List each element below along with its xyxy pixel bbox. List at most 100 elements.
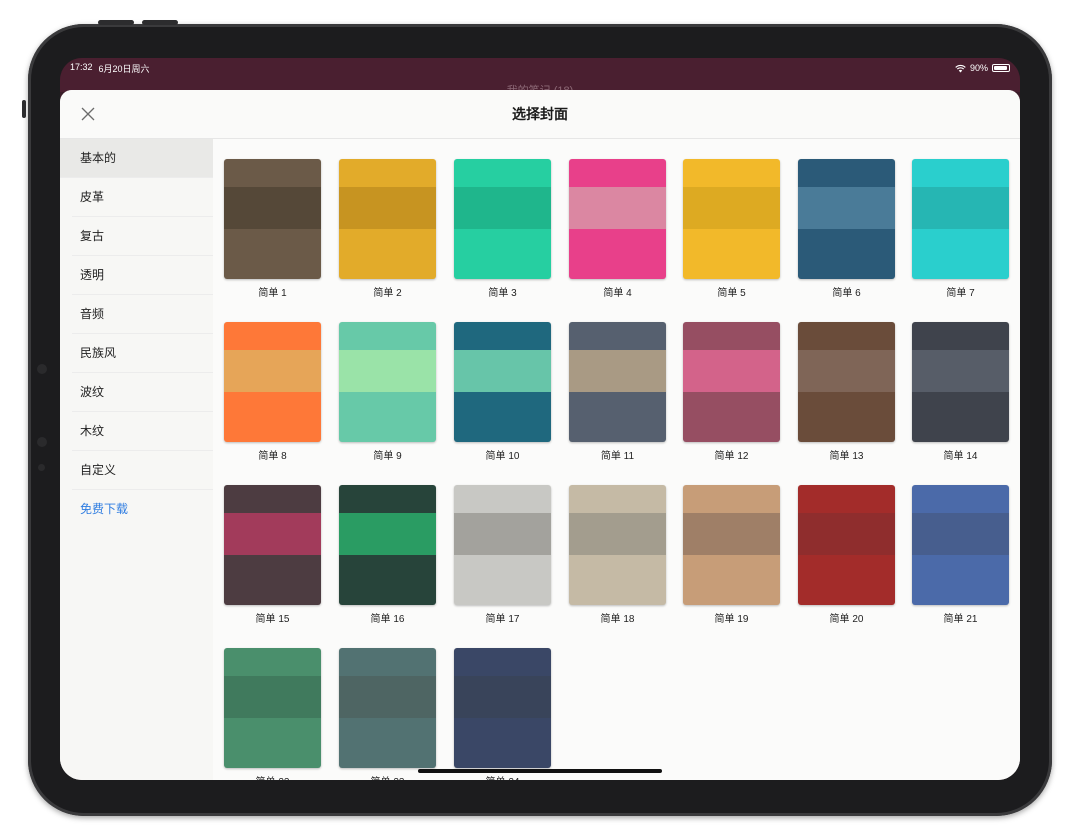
cover-label: 简单 22 <box>215 773 330 780</box>
cover-option[interactable] <box>454 322 552 444</box>
cover-thumbnail <box>339 648 436 768</box>
status-date: 6月20日周六 <box>98 63 150 74</box>
cover-option[interactable] <box>798 159 896 281</box>
cover-thumbnail <box>339 159 436 279</box>
cover-option[interactable] <box>569 159 667 281</box>
cover-option[interactable] <box>454 648 552 770</box>
cover-thumbnail <box>569 159 666 279</box>
cover-label: 简单 12 <box>714 451 749 462</box>
cover-option[interactable] <box>339 485 437 607</box>
sheet-header: 选择封面 <box>60 90 1020 139</box>
cover-thumbnail <box>683 485 780 605</box>
cover-thumbnail <box>569 485 666 605</box>
cover-thumbnail <box>683 322 780 442</box>
cover-label: 简单 10 <box>485 451 520 462</box>
cover-thumbnail <box>798 485 895 605</box>
cover-option[interactable] <box>224 322 322 444</box>
volume-up-button <box>98 20 134 25</box>
cover-band <box>339 350 436 392</box>
side-sensor <box>38 464 45 471</box>
cover-option[interactable] <box>224 159 322 281</box>
cover-band <box>454 187 551 229</box>
sidebar-item[interactable]: 基本的 <box>60 139 213 178</box>
cover-label: 简单 8 <box>258 451 287 462</box>
home-indicator[interactable] <box>418 769 662 773</box>
cover-option[interactable] <box>339 648 437 770</box>
cover-option[interactable] <box>454 159 552 281</box>
cover-band <box>912 350 1009 392</box>
cover-option[interactable] <box>339 322 437 444</box>
cover-label: 简单 18 <box>600 614 635 625</box>
cover-thumbnail <box>454 485 551 605</box>
cover-thumbnail <box>224 322 321 442</box>
cover-thumbnail <box>454 648 551 768</box>
cover-thumbnail <box>339 322 436 442</box>
cover-band <box>339 676 436 718</box>
cover-thumbnail <box>224 159 321 279</box>
status-time: 17:32 <box>70 61 93 72</box>
free-download-link[interactable]: 免费下载 <box>72 490 213 528</box>
cover-band <box>454 350 551 392</box>
cover-band <box>339 513 436 555</box>
sidebar-item[interactable]: 皮革 <box>72 178 213 217</box>
side-sensor <box>37 437 47 447</box>
cover-label: 简单 16 <box>370 614 405 625</box>
cover-option[interactable] <box>683 485 781 607</box>
cover-option[interactable] <box>798 485 896 607</box>
cover-option[interactable] <box>912 322 1010 444</box>
cover-option[interactable] <box>454 485 552 607</box>
cover-option[interactable] <box>683 159 781 281</box>
side-sensor <box>37 364 47 374</box>
status-bar: 17:32 6月20日周六 90% <box>60 58 1020 78</box>
cover-band <box>569 350 666 392</box>
cover-label: 简单 19 <box>714 614 749 625</box>
cover-label: 简单 21 <box>943 614 978 625</box>
cover-thumbnail <box>339 485 436 605</box>
cover-band <box>683 187 780 229</box>
cover-band <box>224 187 321 229</box>
cover-band <box>798 350 895 392</box>
cover-band <box>224 350 321 392</box>
cover-thumbnail <box>224 485 321 605</box>
cover-label: 简单 24 <box>445 773 560 780</box>
cover-option[interactable] <box>912 159 1010 281</box>
volume-down-button <box>142 20 178 25</box>
cover-thumbnail <box>569 322 666 442</box>
cover-band <box>798 187 895 229</box>
sidebar-item[interactable]: 民族风 <box>72 334 213 373</box>
cover-option[interactable] <box>912 485 1010 607</box>
cover-option[interactable] <box>339 159 437 281</box>
cover-thumbnail <box>798 159 895 279</box>
cover-label: 简单 20 <box>829 614 864 625</box>
cover-band <box>569 513 666 555</box>
cover-band <box>683 513 780 555</box>
wifi-icon <box>955 64 966 72</box>
cover-option[interactable] <box>569 485 667 607</box>
cover-thumbnail <box>798 322 895 442</box>
cover-band <box>339 187 436 229</box>
cover-option[interactable] <box>798 322 896 444</box>
cover-label: 简单 13 <box>829 451 864 462</box>
side-button <box>22 100 26 118</box>
sidebar-item[interactable]: 复古 <box>72 217 213 256</box>
sidebar-item[interactable]: 透明 <box>72 256 213 295</box>
cover-option[interactable] <box>683 322 781 444</box>
sidebar-item[interactable]: 波纹 <box>72 373 213 412</box>
cover-thumbnail <box>912 322 1009 442</box>
cover-label: 简单 11 <box>600 451 635 462</box>
sidebar-item[interactable]: 木纹 <box>72 412 213 451</box>
cover-option[interactable] <box>224 485 322 607</box>
cover-label: 简单 7 <box>946 288 975 299</box>
cover-thumbnail <box>912 485 1009 605</box>
sidebar-item[interactable]: 音频 <box>72 295 213 334</box>
cover-band <box>224 676 321 718</box>
cover-label: 简单 1 <box>258 288 287 299</box>
category-sidebar: 基本的 皮革 复古 透明 音频 民族风 波纹 木纹 自定义 免费下载 <box>60 139 214 780</box>
sidebar-item[interactable]: 自定义 <box>72 451 213 490</box>
cover-label: 简单 9 <box>373 451 402 462</box>
cover-option[interactable] <box>569 322 667 444</box>
cover-grid: 简单 1 简单 2 简单 3 简单 4 简单 5 简单 6 简单 7 简单 8 简单 9 简单 1… <box>213 139 1020 780</box>
cover-band <box>912 513 1009 555</box>
cover-option[interactable] <box>224 648 322 770</box>
cover-band <box>224 513 321 555</box>
